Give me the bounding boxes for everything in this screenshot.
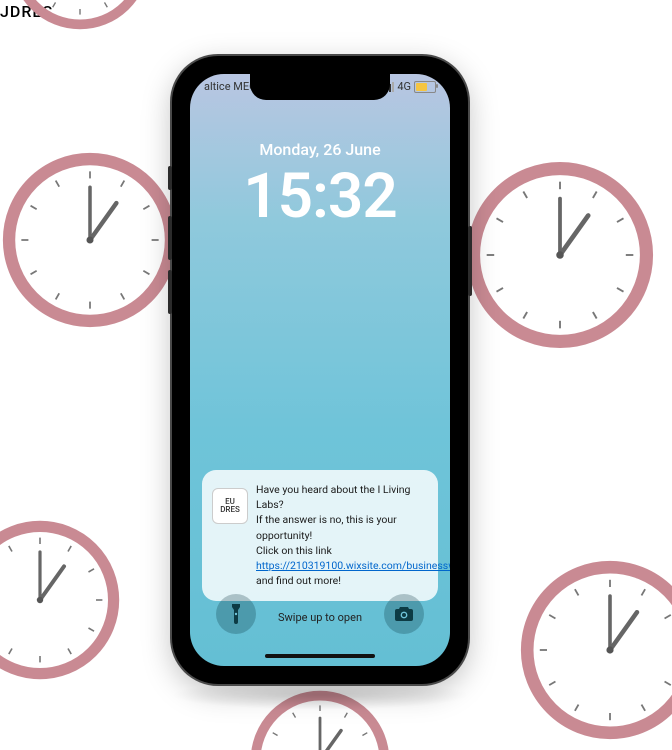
home-indicator[interactable] — [265, 654, 375, 658]
carrier-label: altice MEO — [204, 80, 257, 93]
volume-up-button — [168, 216, 172, 260]
clock-icon — [0, 520, 120, 680]
notification-text: Have you heard about the I Living Labs? … — [256, 482, 424, 589]
notification-card[interactable]: EU DRES Have you heard about the I Livin… — [202, 470, 438, 601]
lock-screen[interactable]: altice MEO 4G Monday, 26 June 15:32 EU D… — [190, 74, 450, 666]
phone-shadow — [170, 680, 470, 710]
notch — [250, 74, 390, 100]
notification-app-icon: EU DRES — [212, 488, 248, 524]
volume-down-button — [168, 270, 172, 314]
clock-icon — [10, 0, 150, 30]
power-button — [468, 226, 472, 296]
mute-switch — [168, 166, 172, 190]
clock-icon — [2, 152, 178, 328]
network-label: 4G — [397, 80, 411, 93]
swipe-hint: Swipe up to open — [190, 611, 450, 624]
lock-date: Monday, 26 June — [190, 140, 450, 159]
notification-link[interactable]: https://210319100.wixsite.com/businesswo… — [256, 559, 450, 572]
clock-icon — [520, 560, 672, 740]
clock-icon — [466, 161, 654, 349]
phone-frame: altice MEO 4G Monday, 26 June 15:32 EU D… — [172, 56, 468, 684]
battery-icon — [414, 81, 436, 93]
lock-time: 15:32 — [190, 160, 450, 233]
